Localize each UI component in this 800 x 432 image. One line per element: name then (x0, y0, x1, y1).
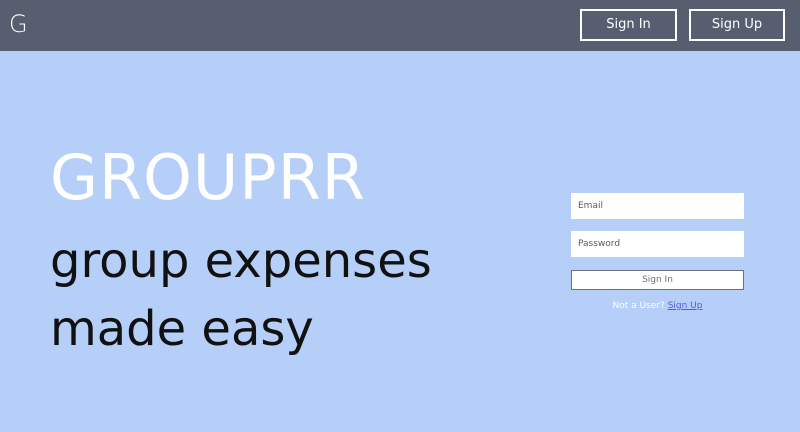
navbar: G Sign In Sign Up (0, 0, 800, 51)
logo[interactable]: G (9, 8, 28, 40)
tagline-line-1: group expenses (50, 233, 432, 289)
signup-prompt: Not a User? Sign Up (571, 299, 744, 313)
nav-sign-in-button[interactable]: Sign In (580, 9, 677, 41)
nav-sign-up-button[interactable]: Sign Up (689, 9, 785, 41)
hero-title: GROUPRR (50, 141, 366, 214)
hero-tagline: group expenses made easy (50, 227, 432, 363)
signup-link[interactable]: Sign Up (668, 301, 703, 311)
sign-in-submit-button[interactable]: Sign In (571, 270, 744, 290)
signup-prompt-text: Not a User? (612, 301, 665, 311)
email-field[interactable] (571, 193, 744, 219)
tagline-line-2: made easy (50, 301, 314, 357)
landing-page: G Sign In Sign Up GROUPRR group expenses… (0, 0, 800, 432)
password-field[interactable] (571, 231, 744, 257)
